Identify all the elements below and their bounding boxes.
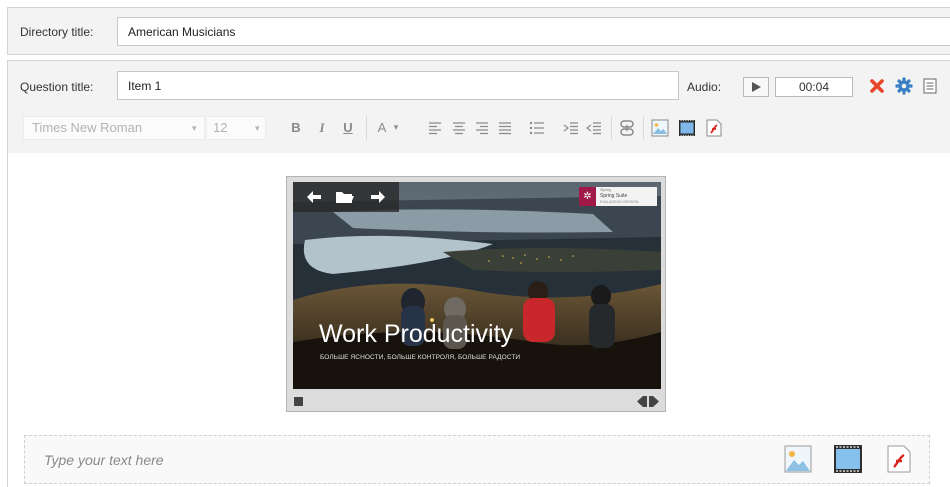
insert-video-icon[interactable]: [833, 444, 863, 474]
align-right-icon[interactable]: [475, 121, 489, 135]
slide-nav-bar: [293, 182, 399, 212]
slide-subtitle: БОЛЬШЕ ЯСНОСТИ, БОЛЬШЕ КОНТРОЛЯ, БОЛЬШЕ …: [320, 354, 521, 361]
insert-flash-icon[interactable]: [887, 445, 911, 473]
ispring-logo-icon: ✲: [579, 187, 596, 206]
font-family-value: Times New Roman: [32, 120, 143, 135]
notes-icon: [923, 78, 937, 94]
link-icon[interactable]: [618, 119, 636, 137]
italic-button[interactable]: I: [316, 119, 328, 137]
directory-title-input[interactable]: [117, 17, 950, 46]
video-icon[interactable]: [678, 119, 696, 137]
slide-preview[interactable]: ✲ iSpring Spring Suite EVALUATION VERSIO…: [286, 176, 666, 412]
directory-row: Directory title:: [7, 7, 950, 55]
audio-settings-button[interactable]: [895, 77, 913, 98]
align-center-icon[interactable]: [452, 121, 466, 135]
font-color-button[interactable]: A: [375, 119, 389, 137]
directory-title-label: Directory title:: [20, 25, 94, 39]
indent-icon[interactable]: [563, 121, 579, 135]
align-left-icon[interactable]: [428, 121, 442, 135]
question-row: Question title: Audio: 00:04: [7, 60, 950, 153]
outdent-icon[interactable]: [586, 121, 602, 135]
audio-play-button[interactable]: [743, 77, 769, 97]
arrow-left-icon[interactable]: [307, 191, 321, 203]
bold-button[interactable]: B: [290, 119, 302, 137]
toolbar-separator: [366, 116, 367, 140]
play-icon: [752, 82, 761, 92]
question-title-label: Question title:: [20, 80, 94, 94]
audio-notes-button[interactable]: [923, 78, 937, 97]
chevron-down-icon: ▾: [192, 123, 197, 133]
logo-text: EVALUATION VERSION: [600, 200, 639, 204]
slide-image: ✲ iSpring Spring Suite EVALUATION VERSIO…: [293, 182, 661, 389]
chevron-down-icon: ▾: [255, 123, 260, 133]
font-size-select[interactable]: 12 ▾: [206, 116, 266, 140]
audio-label: Audio:: [687, 80, 722, 94]
arrow-right-icon[interactable]: [371, 191, 385, 203]
toolbar-separator: [611, 116, 612, 140]
font-family-select[interactable]: Times New Roman ▾: [23, 116, 205, 140]
slide-controls: [293, 394, 661, 408]
chevron-down-icon[interactable]: ▾: [391, 119, 401, 137]
prev-next-icon[interactable]: [637, 396, 659, 407]
gear-icon: [895, 77, 913, 95]
delete-audio-button[interactable]: [869, 78, 885, 97]
folder-icon[interactable]: [335, 190, 355, 204]
answer-text-area[interactable]: Type your text here: [24, 435, 930, 484]
audio-time-display: 00:04: [775, 77, 853, 97]
image-icon[interactable]: [651, 119, 669, 137]
logo-text: Spring Suite: [600, 193, 628, 199]
editor-area: ✲ iSpring Spring Suite EVALUATION VERSIO…: [7, 153, 950, 487]
question-title-input[interactable]: [117, 71, 679, 100]
text-placeholder: Type your text here: [44, 452, 164, 468]
font-size-value: 12: [213, 120, 228, 135]
bullet-list-icon[interactable]: [529, 120, 545, 136]
flash-icon[interactable]: [706, 119, 722, 137]
close-icon: [870, 79, 884, 93]
stop-icon[interactable]: [294, 397, 303, 406]
ispring-watermark: ✲ iSpring Spring Suite EVALUATION VERSIO…: [579, 187, 657, 206]
align-justify-icon[interactable]: [498, 121, 512, 135]
toolbar-separator: [643, 116, 644, 140]
underline-button[interactable]: U: [342, 119, 354, 137]
logo-text: iSpring: [600, 188, 611, 192]
slide-title: Work Productivity: [319, 320, 514, 348]
insert-image-icon[interactable]: [784, 445, 812, 473]
